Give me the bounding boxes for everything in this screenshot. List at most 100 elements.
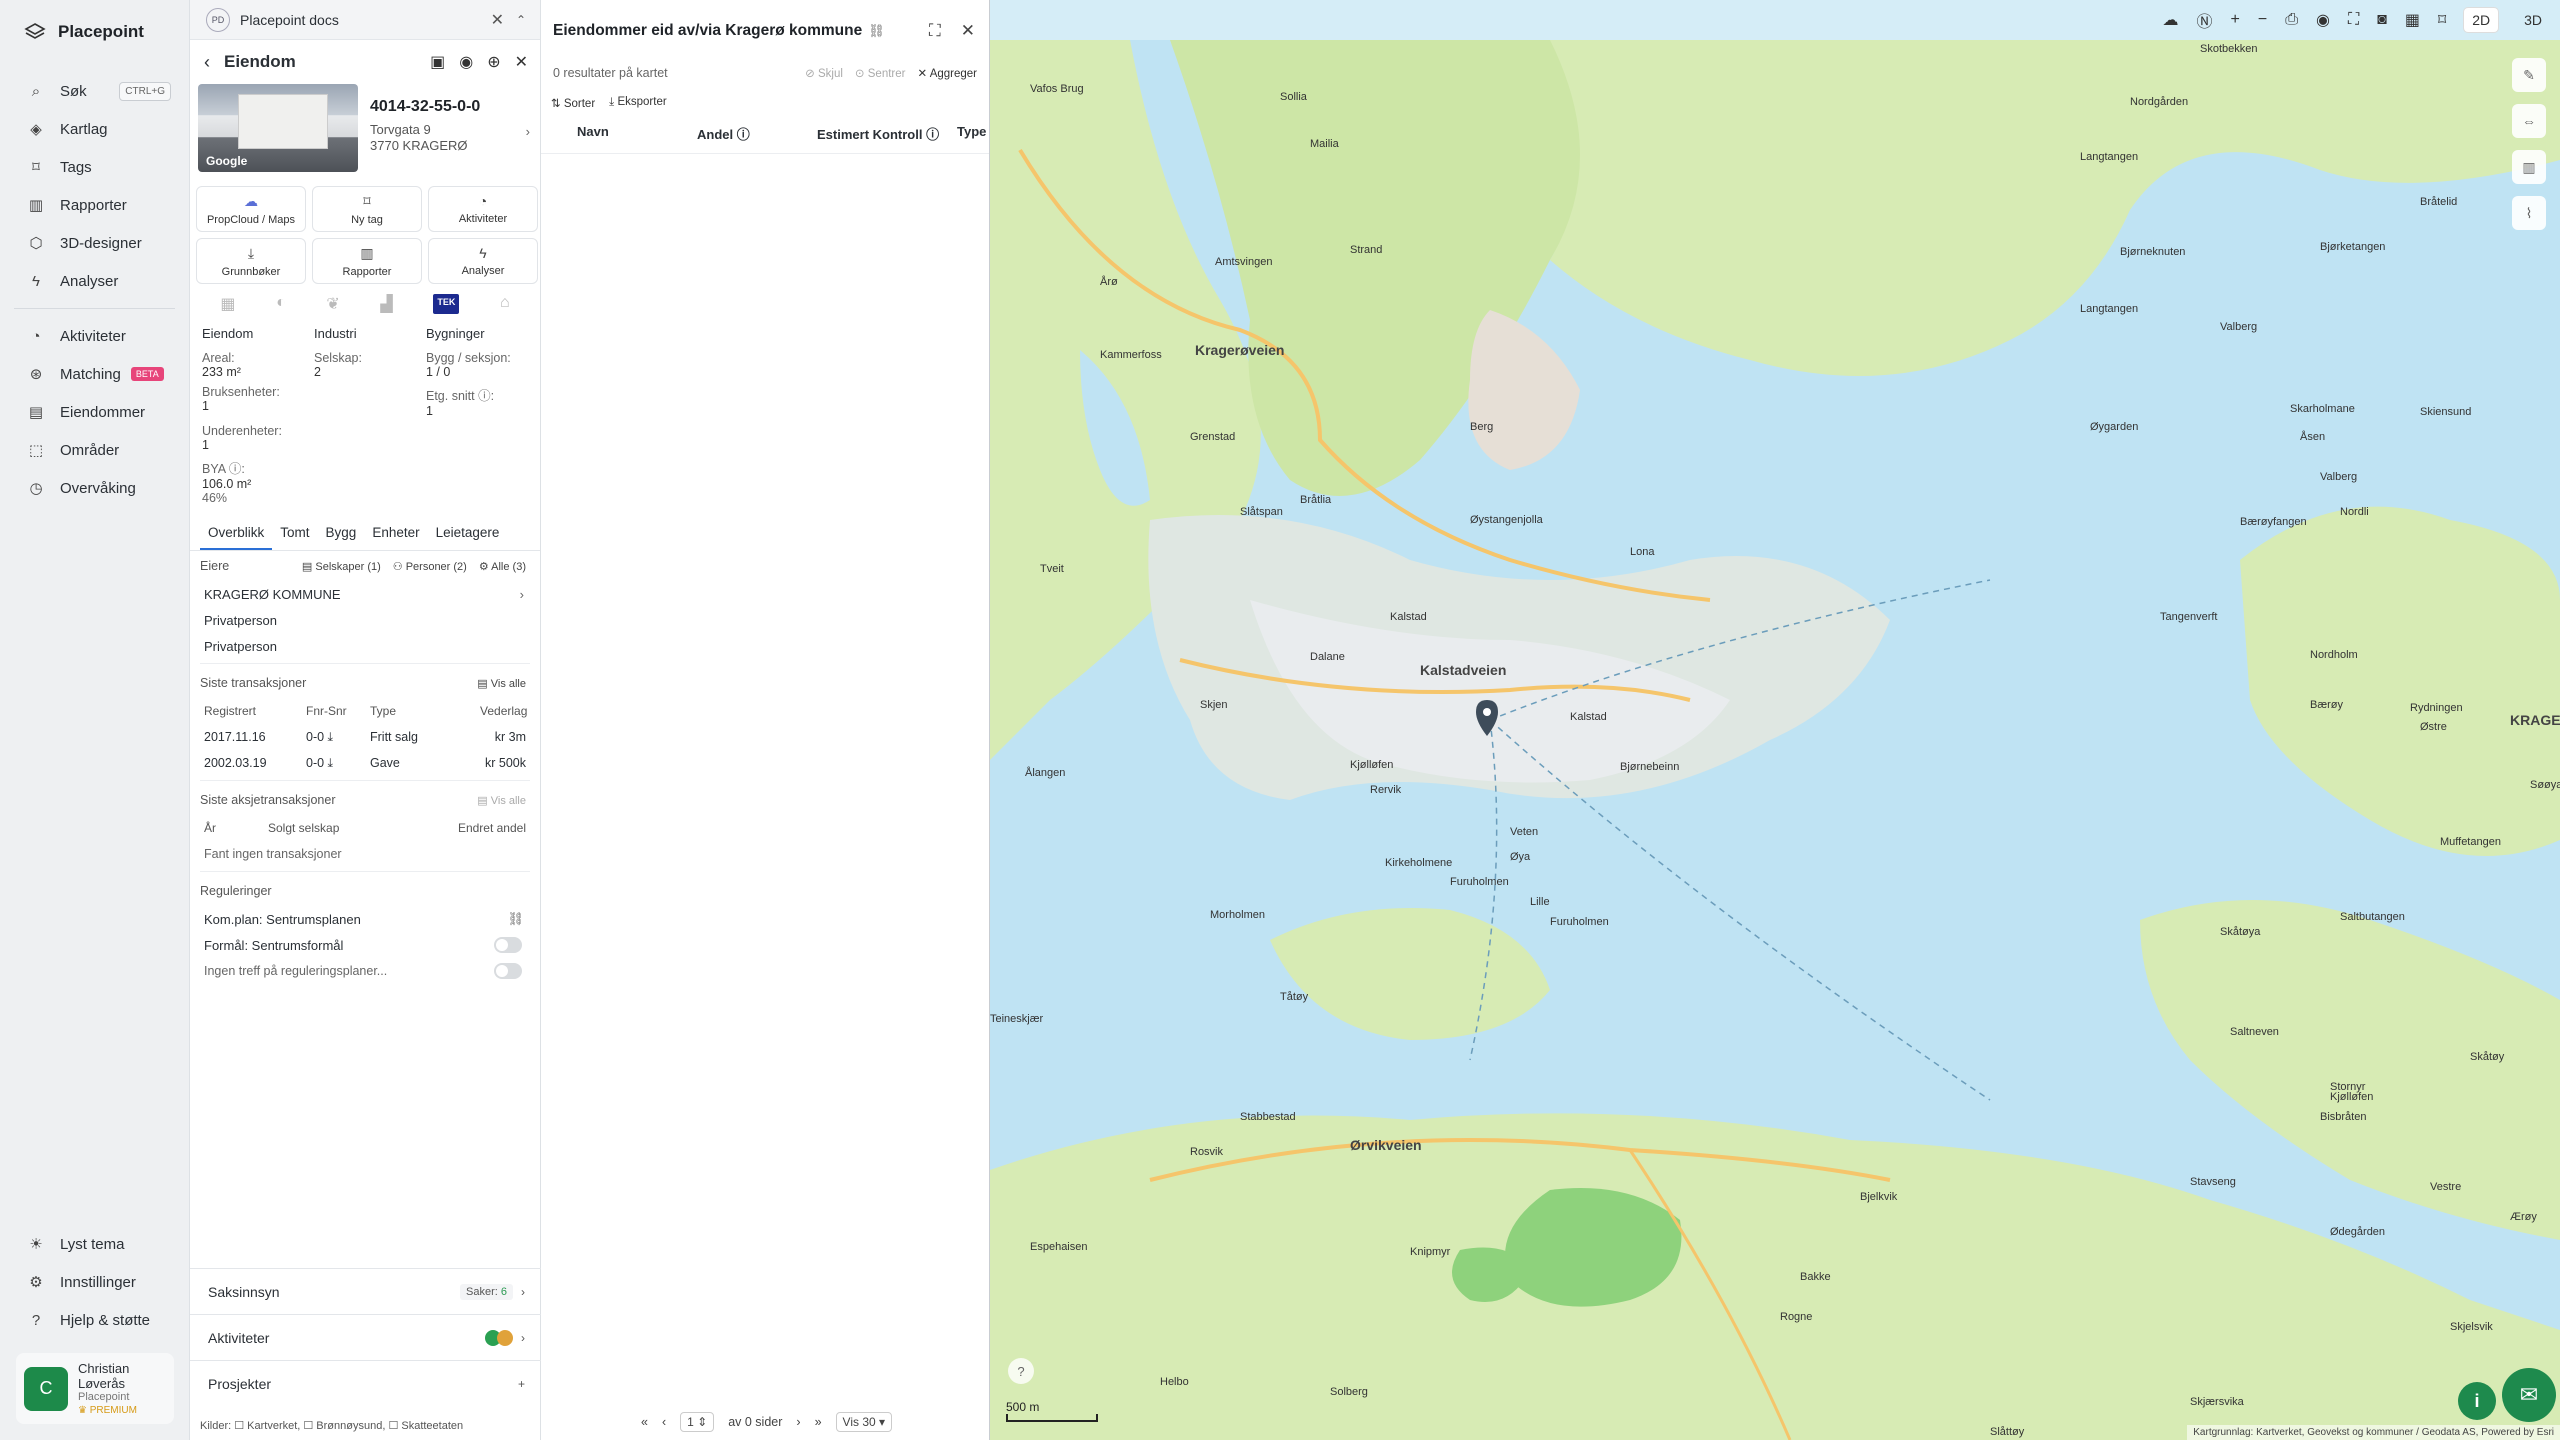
nav-item-3d-designer[interactable]: ⬡ 3D-designer — [0, 224, 189, 262]
last-page-icon[interactable]: » — [815, 1415, 822, 1429]
bookmark-icon[interactable]: ⌑ — [2438, 10, 2446, 30]
col-header[interactable]: Estimert Kontroll ⓘ — [817, 124, 957, 153]
col-header[interactable]: Andel ⓘ — [697, 124, 817, 153]
nav-item-areas[interactable]: ⬚ Områder — [0, 431, 189, 469]
download-icon[interactable]: ⤓ — [324, 756, 334, 770]
owner-row[interactable]: Privatperson — [200, 607, 530, 633]
map-canvas[interactable]: Skotbekken Vafos Brug Sollia Nordgården Mail… — [990, 0, 2560, 1440]
add-icon[interactable]: + — [518, 1377, 525, 1391]
home-icon[interactable]: ⌂ — [500, 294, 510, 314]
col-header[interactable]: Navn — [577, 124, 697, 153]
land-registry-button[interactable]: ⤓ Grunnbøker — [196, 238, 306, 284]
regulation-row[interactable]: Ingen treff på reguleringsplaner... — [200, 958, 530, 984]
nav-item-monitoring[interactable]: ◷ Overvåking — [0, 469, 189, 507]
fullscreen-icon[interactable]: ⛶ — [2348, 11, 2359, 29]
tek-badge[interactable]: TEK — [433, 294, 460, 314]
close-icon[interactable]: ✕ — [515, 52, 528, 72]
col-header[interactable]: Type — [957, 124, 989, 153]
cloud-icon[interactable]: ☁ — [2162, 10, 2178, 30]
tab-units[interactable]: Enheter — [364, 519, 427, 550]
info-icon[interactable]: i — [2458, 1382, 2496, 1420]
filter-all[interactable]: ⚙ Alle (3) — [479, 560, 526, 573]
prev-page-icon[interactable]: ‹ — [662, 1415, 666, 1429]
draw-icon[interactable]: ✎ — [2512, 58, 2546, 92]
sort-button[interactable]: ⇅ Sorter — [551, 96, 595, 110]
download-icon[interactable]: ⤓ — [324, 730, 334, 744]
plant-icon[interactable]: ❦ — [326, 294, 339, 314]
tab-lot[interactable]: Tomt — [272, 519, 317, 550]
grid-icon[interactable]: ▦ — [2405, 10, 2420, 30]
chart-icon[interactable]: ▥ — [2512, 150, 2546, 184]
zoom-out-icon[interactable]: − — [2258, 11, 2267, 29]
page-input[interactable]: 1 ⇕ — [680, 1412, 715, 1432]
view-all-share-tx[interactable]: ▤ Vis alle — [477, 794, 526, 807]
compass-icon[interactable]: Ⓝ — [2196, 8, 2212, 32]
chevron-right-icon[interactable]: › — [526, 124, 530, 139]
view-all-transactions[interactable]: ▤ Vis alle — [477, 677, 526, 690]
stairs-icon[interactable]: ▟ — [380, 294, 392, 314]
export-button[interactable]: ⤓ Eksporter — [609, 96, 667, 110]
regulation-toggle[interactable] — [494, 963, 522, 979]
eye-icon[interactable]: ◉ — [2316, 10, 2330, 30]
grid-icon[interactable]: ▦ — [220, 294, 235, 314]
tab-buildings[interactable]: Bygg — [318, 519, 365, 550]
chat-icon[interactable]: ✉ — [2502, 1368, 2556, 1422]
profile-icon[interactable]: ⌇ — [2512, 196, 2546, 230]
next-page-icon[interactable]: › — [796, 1415, 800, 1429]
propcloud-button[interactable]: ☁ PropCloud / Maps — [196, 186, 306, 232]
nav-item-layers[interactable]: ◈ Kartlag — [0, 110, 189, 148]
mode-2d-button[interactable]: 2D — [2464, 8, 2499, 32]
nav-item-reports[interactable]: ▥ Rapporter — [0, 186, 189, 224]
street-photo[interactable]: Google — [198, 84, 358, 172]
link-icon[interactable]: ⛓ — [868, 23, 885, 39]
center-button[interactable]: ⊙ Sentrer — [855, 66, 906, 80]
first-page-icon[interactable]: « — [641, 1415, 648, 1429]
nav-item-light-theme[interactable]: ☀ Lyst tema — [0, 1225, 190, 1263]
nav-item-matching[interactable]: ⊛ Matching BETA — [0, 355, 189, 393]
nav-item-activities[interactable]: ◔ Aktiviteter — [0, 317, 189, 355]
nav-item-properties[interactable]: ▤ Eiendommer — [0, 393, 189, 431]
zoom-in-icon[interactable]: + — [2231, 11, 2240, 29]
map-layer-icon[interactable]: ▣ — [430, 52, 445, 72]
user-card[interactable]: C Christian Løverås Placepoint ♛ PREMIUM — [16, 1353, 174, 1424]
tab-overview[interactable]: Overblikk — [200, 519, 273, 550]
globe-icon[interactable]: ◐ — [276, 294, 286, 314]
activities-button[interactable]: ◔ Aktiviteter — [428, 186, 538, 232]
print-icon[interactable]: ⎙ — [2285, 11, 2298, 29]
filter-companies[interactable]: ▤ Selskaper (1) — [302, 560, 381, 573]
owner-row[interactable]: KRAGERØ KOMMUNE › — [200, 581, 530, 607]
regulation-row[interactable]: Kom.plan: Sentrumsplanen ⛓ — [200, 906, 530, 932]
map[interactable]: Skotbekken Vafos Brug Sollia Nordgården Mail… — [990, 0, 2560, 1440]
link-icon[interactable]: ⛓ — [507, 911, 524, 927]
regulation-toggle[interactable] — [494, 937, 522, 953]
regulation-row[interactable]: Formål: Sentrumsformål — [200, 932, 530, 958]
property-card[interactable]: Google 4014-32-55-0-0 Torvgata 9 3770 KR… — [190, 84, 540, 178]
chevron-updown-icon[interactable]: ⌃ — [516, 13, 526, 27]
page-size-select[interactable]: Vis 30 ▾ — [835, 1412, 893, 1432]
nav-item-settings[interactable]: ⚙ Innstillinger — [0, 1263, 190, 1301]
add-icon[interactable]: ⊕ — [487, 52, 500, 72]
tab-tenants[interactable]: Leietagere — [428, 519, 508, 550]
accordion-projects[interactable]: Prosjekter + — [190, 1360, 541, 1406]
eye-icon[interactable]: ◉ — [459, 52, 473, 72]
owner-row[interactable]: Privatperson — [200, 633, 530, 659]
measure-icon[interactable]: ⇔ — [2512, 104, 2546, 138]
new-tag-button[interactable]: ⌑ Ny tag — [312, 186, 422, 232]
table-row[interactable]: 2017.11.16 0-0 ⤓ Fritt salg kr 3m — [200, 724, 530, 750]
hide-button[interactable]: ⊘ Skjul — [805, 66, 843, 80]
reports-button[interactable]: ▥ Rapporter — [312, 238, 422, 284]
help-icon[interactable]: ? — [1008, 1358, 1034, 1384]
doc-bar[interactable]: PD Placepoint docs ✕ ⌃ — [190, 0, 540, 40]
accordion-activities[interactable]: Aktiviteter › — [190, 1314, 541, 1360]
filter-persons[interactable]: ⚇ Personer (2) — [393, 560, 467, 573]
table-row[interactable]: 2002.03.19 0-0 ⤓ Gave kr 500k — [200, 750, 530, 776]
nav-item-tags[interactable]: ⌑ Tags — [0, 148, 189, 186]
expand-icon[interactable]: ⛶ — [929, 21, 941, 41]
back-icon[interactable]: ‹ — [204, 52, 210, 73]
aggregate-button[interactable]: ✕ Aggreger — [917, 66, 977, 80]
close-icon[interactable]: ✕ — [961, 21, 975, 41]
mode-3d-button[interactable]: 3D — [2516, 8, 2550, 32]
camera-icon[interactable]: ◙ — [2377, 11, 2387, 29]
nav-item-help[interactable]: ? Hjelp & støtte — [0, 1301, 190, 1339]
nav-item-search[interactable]: ⌕ Søk CTRL+G — [0, 72, 189, 110]
